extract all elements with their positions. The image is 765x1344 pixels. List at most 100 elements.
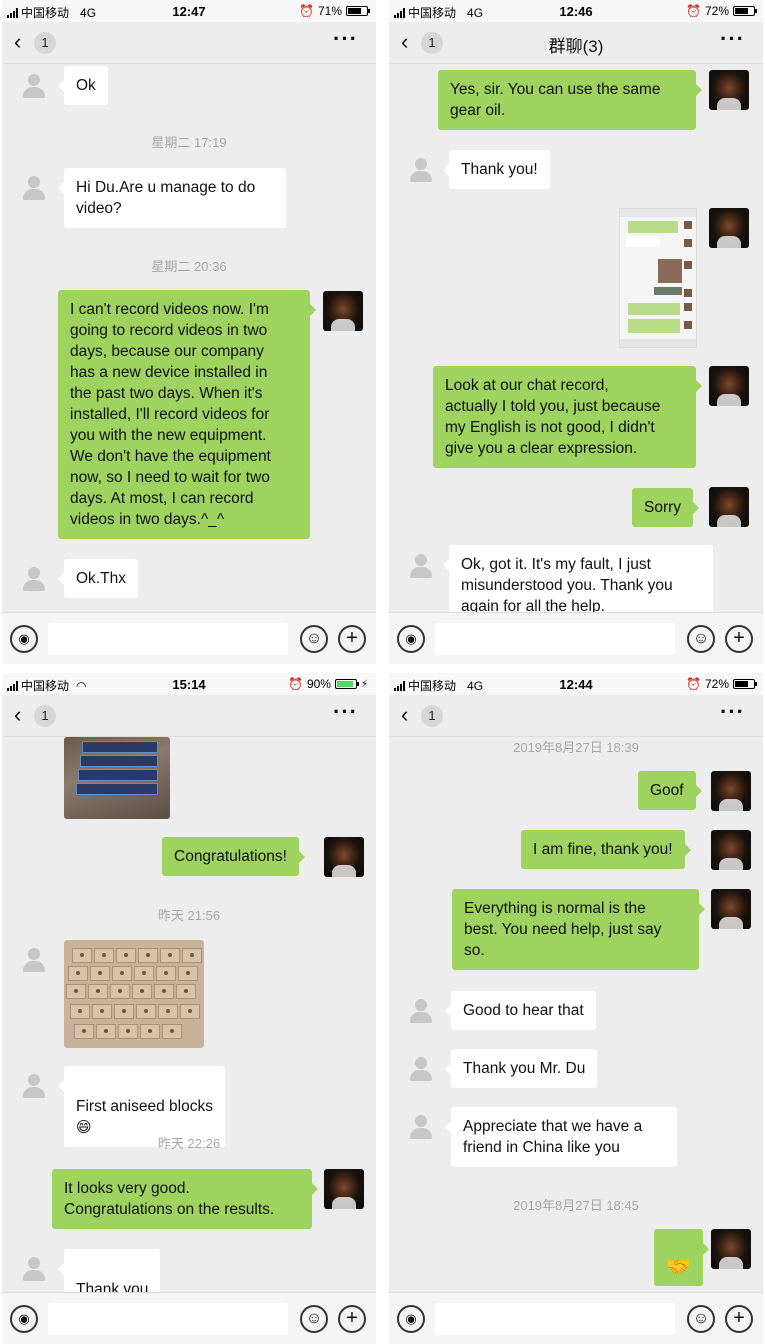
plus-icon[interactable]: + [338,1305,366,1333]
chat-title: 群聊(3) [548,37,604,56]
message-timestamp: 星期二 20:36 [151,259,227,274]
message-bubble-incoming[interactable]: Appreciate that we have a friend in Chin… [445,1107,677,1167]
aniseed-blocks-photo-image[interactable] [64,940,204,1048]
battery-percent: 72% [704,4,729,18]
alarm-icon: ⏰ [299,4,314,18]
default-avatar-icon[interactable] [401,1049,441,1089]
plus-icon[interactable]: + [725,1305,753,1333]
chat-header: ‹ 1 ··· [2,695,376,737]
message-bubble-incoming[interactable]: Ok.Thx [58,559,138,598]
message-bubble-outgoing[interactable]: It looks very good. Congratulations on t… [52,1169,318,1229]
emoji-icon[interactable]: ☺ [687,1305,715,1333]
message-bubble-outgoing[interactable]: I can't record videos now. I'm going to … [58,290,316,539]
message-bubble-incoming[interactable]: Ok [58,66,108,105]
message-timestamp: 昨天 22:26 [157,1136,221,1151]
chat-header: ‹ 1 ··· [389,695,763,737]
chat-screenshot-collage: 中国移动 4G 12:47 ⏰ 71% ‹ 1 ··· Ok 星期二 17:19… [0,0,765,1344]
battery-icon [334,679,359,689]
more-options-icon[interactable]: ··· [720,699,745,725]
message-bubble-outgoing[interactable]: Look at our chat record, actually I told… [433,366,702,468]
message-bubble-outgoing[interactable]: Congratulations! [162,837,305,876]
user-photo-avatar[interactable] [711,889,751,929]
message-bubble-incoming[interactable]: Good to hear that [445,991,596,1030]
message-list[interactable]: Ok 星期二 17:19 Hi Du.Are u manage to do vi… [2,64,376,612]
voice-icon[interactable]: ◉ [10,625,38,653]
chat-panel-4: 中国移动 4G 12:44 ⏰ 72% ‹ 1 ··· 2019年8月27日 1… [389,673,763,1344]
message-bubble-outgoing[interactable]: Yes, sir. You can use the same gear oil. [438,70,702,130]
more-options-icon[interactable]: ··· [333,699,358,725]
message-bubble-incoming[interactable]: Thank you Mr. Du [444,1049,598,1088]
charging-icon: ⚡ [360,678,368,690]
product-photo-image[interactable] [64,737,170,819]
message-bubble-incoming[interactable]: Thank you 😊 [57,1249,161,1292]
user-photo-avatar[interactable] [709,70,749,110]
message-bubble-outgoing[interactable]: I am fine, thank you! [521,830,691,869]
user-photo-avatar[interactable] [323,291,363,331]
more-options-icon[interactable]: ··· [720,26,745,52]
handshake-emoji-icon: 🤝 [666,1256,691,1278]
alarm-icon: ⏰ [287,677,303,691]
default-avatar-icon[interactable] [401,991,441,1031]
message-input[interactable] [435,623,675,655]
default-avatar-icon[interactable] [401,546,441,586]
battery-percent: 90% [306,677,331,691]
user-photo-avatar[interactable] [709,366,749,406]
default-avatar-icon[interactable] [14,1066,54,1106]
emoji-icon[interactable]: ☺ [300,625,328,653]
default-avatar-icon[interactable] [401,1107,441,1147]
user-photo-avatar[interactable] [709,487,749,527]
emoji-icon[interactable]: ☺ [687,625,715,653]
message-list[interactable]: Yes, sir. You can use the same gear oil.… [389,64,763,612]
user-photo-avatar[interactable] [711,771,751,811]
chat-panel-1: 中国移动 4G 12:47 ⏰ 71% ‹ 1 ··· Ok 星期二 17:19… [2,0,376,664]
message-input[interactable] [435,1303,675,1335]
voice-icon[interactable]: ◉ [397,1305,425,1333]
user-photo-avatar[interactable] [324,837,364,877]
back-chevron-icon[interactable]: ‹ [401,704,408,726]
default-avatar-icon[interactable] [14,66,54,106]
alarm-icon: ⏰ [686,4,701,18]
battery-icon [733,679,757,689]
voice-icon[interactable]: ◉ [397,625,425,653]
message-list[interactable]: 2019年8月27日 18:39 Goof I am fine, thank y… [389,737,763,1292]
message-list[interactable]: Congratulations! 昨天 21:56 First aniseed … [2,737,376,1292]
default-avatar-icon[interactable] [14,559,54,599]
message-text: Thank you [76,1281,149,1292]
status-bar: 中国移动 4G 12:47 ⏰ 71% [2,0,376,22]
message-input[interactable] [48,1303,288,1335]
emoji-icon[interactable]: ☺ [300,1305,328,1333]
plus-icon[interactable]: + [338,625,366,653]
more-options-icon[interactable]: ··· [333,26,358,52]
chat-panel-2: 中国移动 4G 12:46 ⏰ 72% ‹ 1 群聊(3) ··· Yes, s… [389,0,763,664]
input-toolbar: ◉ ☺ + [389,612,763,664]
user-photo-avatar[interactable] [709,208,749,248]
message-bubble-outgoing[interactable]: Sorry [632,488,700,527]
message-timestamp: 星期二 17:19 [151,135,227,150]
message-bubble-incoming[interactable]: Thank you! [443,150,550,189]
default-avatar-icon[interactable] [14,940,54,980]
message-bubble-incoming[interactable]: Hi Du.Are u manage to do video? [58,168,286,228]
input-toolbar: ◉ ☺ + [2,1292,376,1344]
status-bar: 中国移动 4G 12:46 ⏰ 72% [389,0,763,22]
chat-header: ‹ 1 群聊(3) ··· [389,22,763,64]
chat-screenshot-image[interactable] [619,208,697,348]
user-photo-avatar[interactable] [711,1229,751,1269]
user-photo-avatar[interactable] [711,830,751,870]
message-bubble-outgoing[interactable]: 🤝 [654,1229,709,1286]
default-avatar-icon[interactable] [401,150,441,190]
message-bubble-outgoing[interactable]: Everything is normal is the best. You ne… [452,889,705,970]
alarm-icon: ⏰ [686,677,701,691]
back-chevron-icon[interactable]: ‹ [14,704,21,726]
voice-icon[interactable]: ◉ [10,1305,38,1333]
message-bubble-incoming[interactable]: Ok, got it. It's my fault, I just misund… [443,545,713,612]
message-text: First aniseed blocks [76,1098,213,1115]
back-chevron-icon[interactable]: ‹ [14,31,21,53]
message-timestamp: 昨天 21:56 [157,908,221,923]
message-bubble-outgoing[interactable]: Goof [638,771,702,810]
message-input[interactable] [48,623,288,655]
default-avatar-icon[interactable] [14,1249,54,1289]
user-photo-avatar[interactable] [324,1169,364,1209]
message-timestamp: 2019年8月27日 18:39 [513,740,639,755]
default-avatar-icon[interactable] [14,168,54,208]
plus-icon[interactable]: + [725,625,753,653]
